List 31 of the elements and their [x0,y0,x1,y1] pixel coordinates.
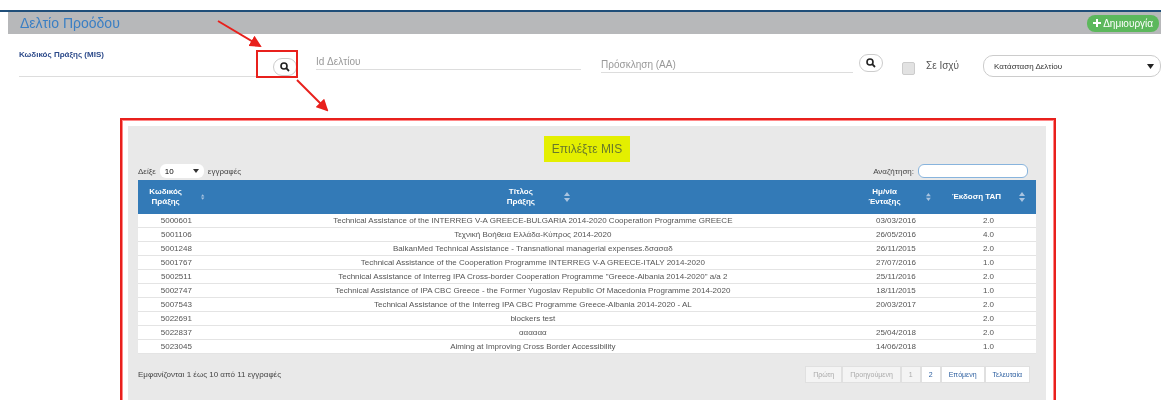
create-button[interactable]: Δημιουργία [1087,14,1160,32]
page-title: Δελτίο Προόδου [20,15,120,31]
checkbox-label: Σε Ισχύ [926,60,960,71]
search-label: Αναζήτηση: [873,166,914,176]
search-icon [866,58,876,68]
field-label: Κωδικός Πράξης (MIS) [19,50,105,59]
table-cell: 5000601 [138,214,215,228]
search-button[interactable] [273,58,297,76]
arrow [296,79,329,112]
table-cell: 03/03/2016 [851,214,941,228]
length-label: Δείξε [138,166,156,176]
table-cell: 2.0 [941,214,1036,228]
highlight-frame [256,50,298,78]
search-icon [280,62,290,72]
column-header[interactable]: Τίτλος Πράξης [495,187,546,207]
id-field[interactable]: Id Δελτίου [316,54,581,70]
length-label: εγγραφές [207,166,242,176]
caret-icon [192,169,199,173]
column-header[interactable]: Έκδοση ΤΑΠ [951,192,1002,202]
search-field[interactable] [918,164,1028,178]
page-size-dropdown[interactable]: 10 [159,164,204,178]
dialog-title: Επιλέξτε MIS [543,136,631,162]
plus-icon [1093,19,1102,27]
status-dropdown[interactable]: Κατάσταση Δελτίου [983,55,1161,77]
arrow [217,20,262,47]
call-field[interactable]: Πρόσκληση (ΑΑ) [601,57,853,73]
table-info: Εμφανίζονται 1 έως 10 από 11 εγγραφές [138,370,282,379]
caret-icon [1147,63,1155,69]
checkbox[interactable] [902,62,915,75]
search-button[interactable] [859,54,883,72]
table-cell: Technical Assistance of the INTERREG V-A GREECE-BULGARIA 2014-2020 Cooperation Programme GREECE [214,214,851,228]
